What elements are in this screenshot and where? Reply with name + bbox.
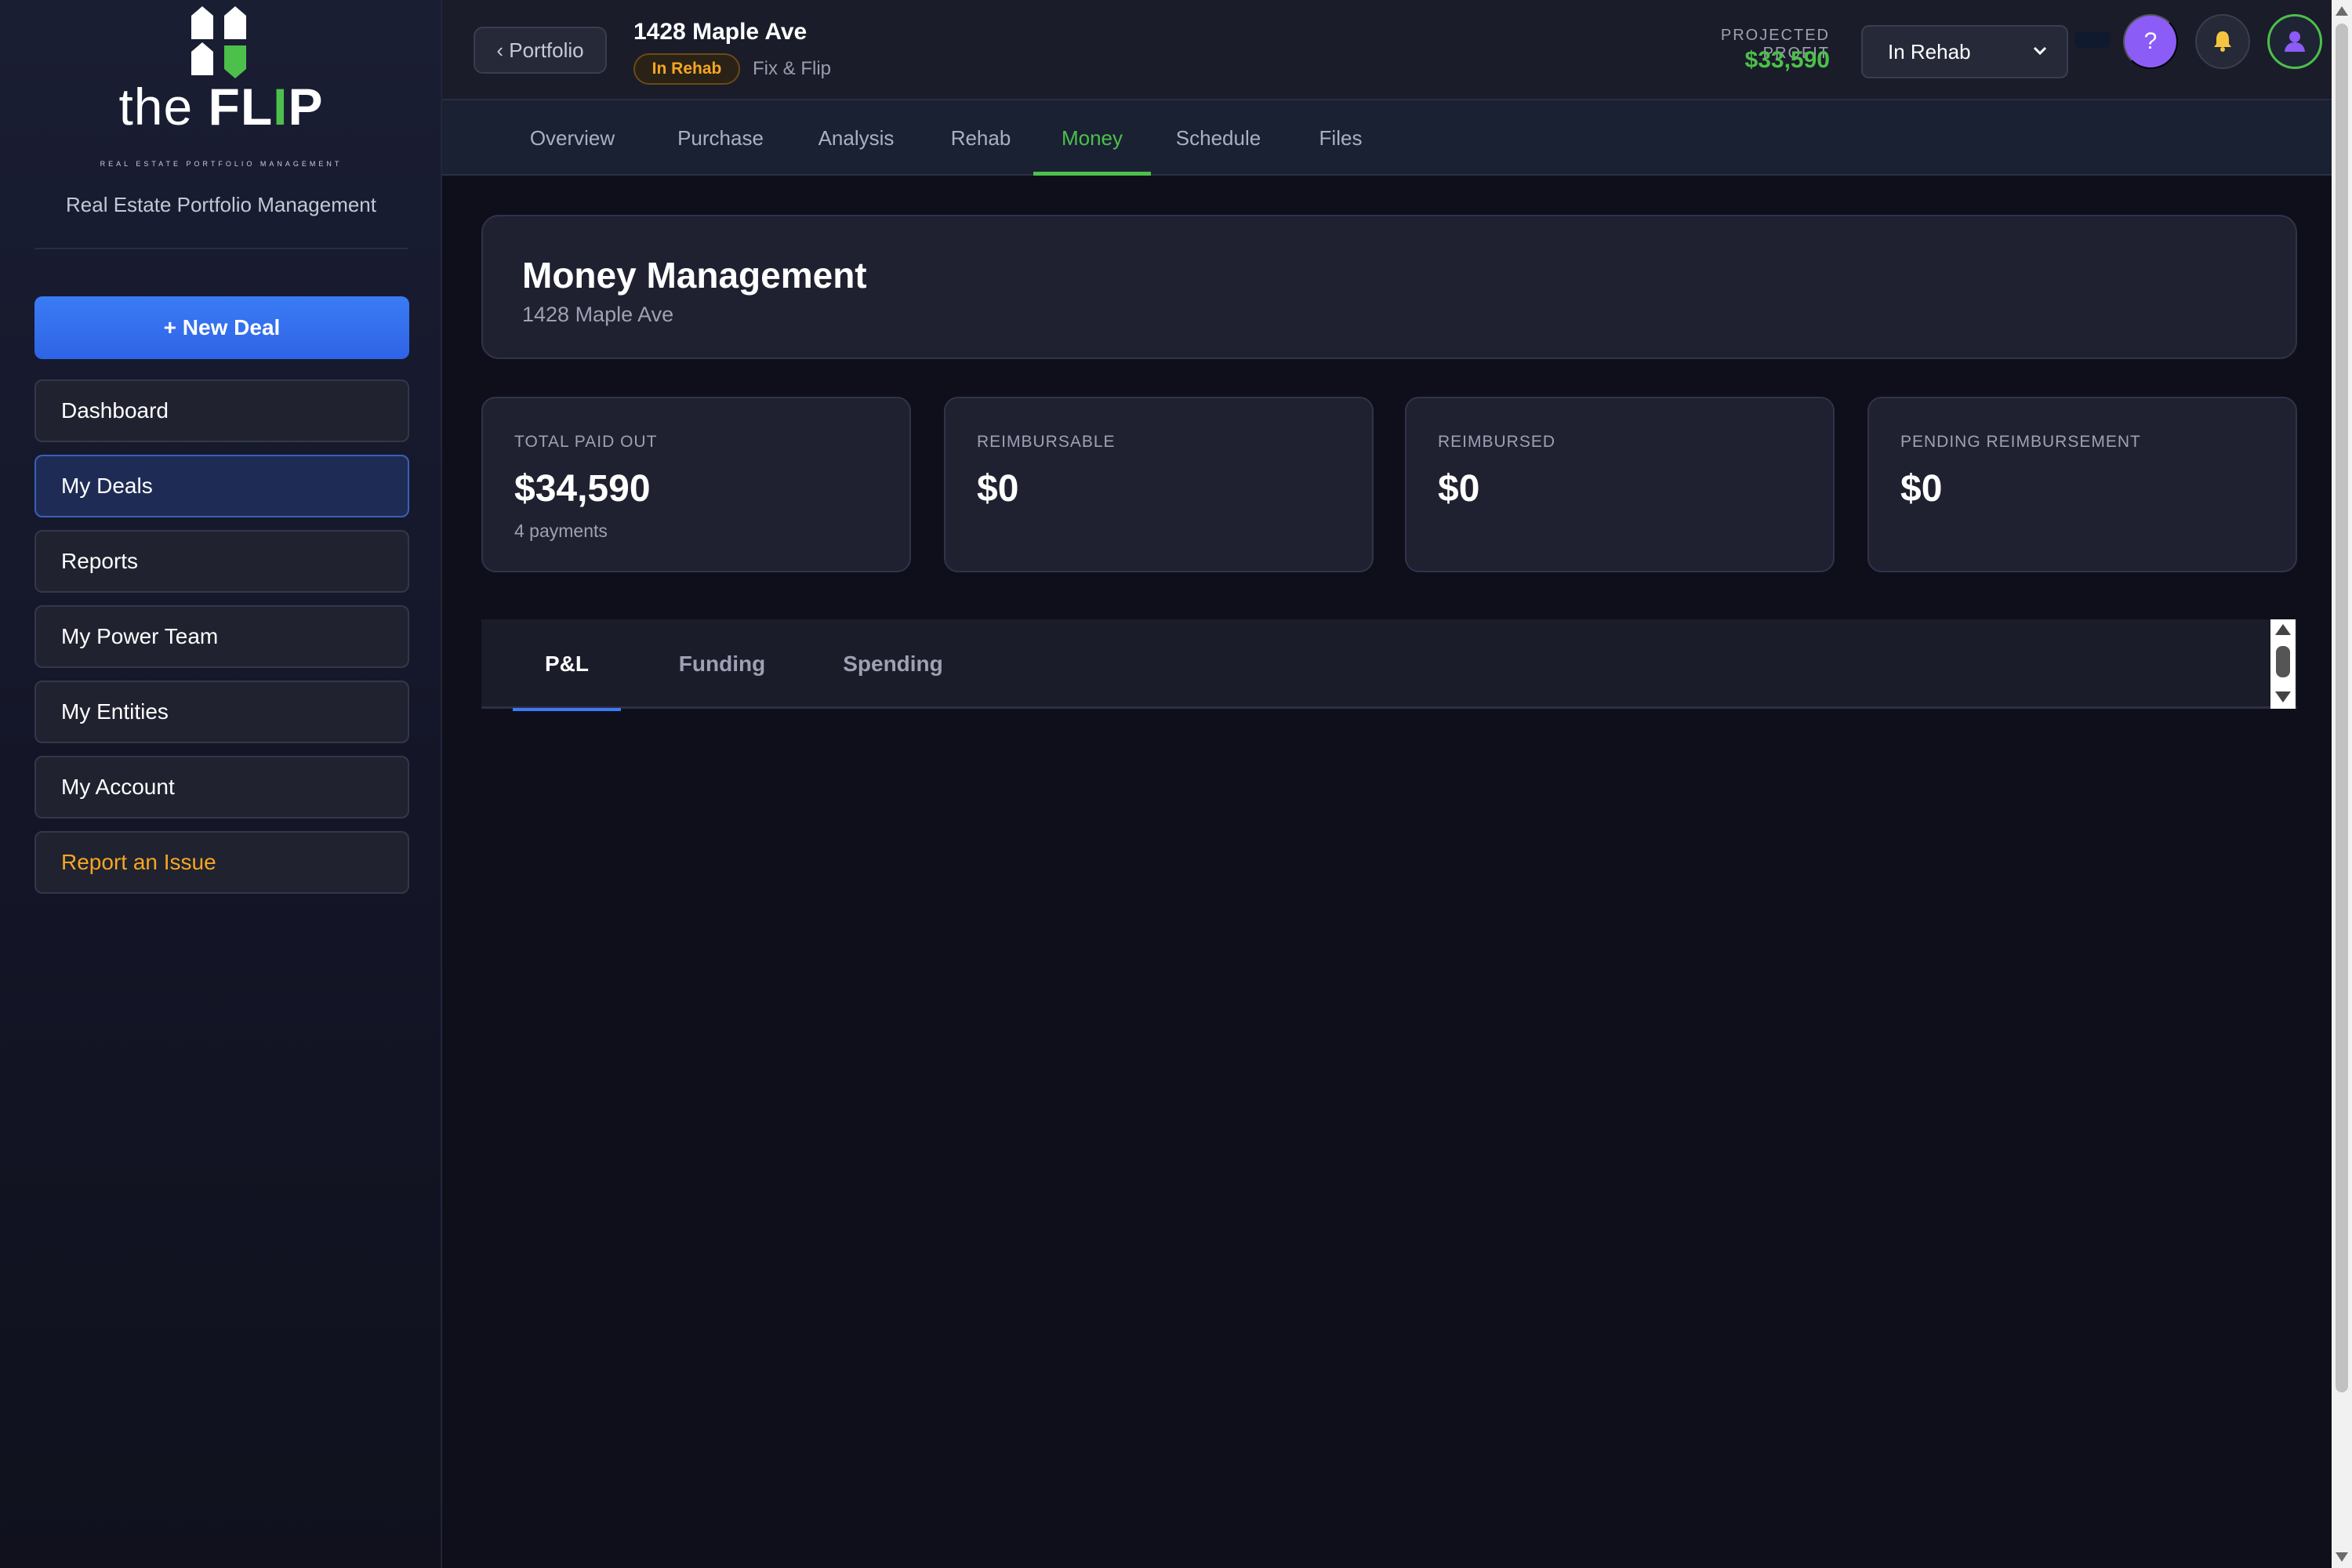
page-title: Money Management [522, 255, 867, 296]
sidebar-item-label: Dashboard [61, 398, 169, 423]
app-subtitle: Real Estate Portfolio Management [66, 193, 376, 216]
tab-overview[interactable]: Overview [521, 100, 624, 176]
stat-value: $0 [977, 468, 1019, 510]
status-badge: In Rehab [633, 53, 740, 85]
sidebar-divider [34, 248, 408, 249]
sidebar-item-my-account[interactable]: My Account [34, 756, 409, 818]
tab-money[interactable]: Money [1033, 100, 1151, 176]
chevron-down-icon [2031, 41, 2049, 65]
tab-rehab[interactable]: Rehab [942, 100, 1019, 176]
new-deal-button[interactable]: + New Deal [34, 296, 409, 359]
user-icon [2281, 27, 2309, 57]
bell-icon [2210, 28, 2235, 56]
notifications-button[interactable] [2195, 14, 2250, 69]
sidebar-item-label: Reports [61, 549, 139, 573]
money-subtabs: P&L Funding Spending [481, 619, 2297, 711]
stat-label: PENDING REIMBURSEMENT [1900, 433, 2141, 451]
status-select-value: In Rehab [1888, 39, 1971, 64]
sidebar-item-label: My Deals [61, 474, 153, 498]
top-bar: ‹ Portfolio 1428 Maple Ave In Rehab Fix … [442, 0, 2332, 100]
subtab-funding[interactable]: Funding [648, 619, 797, 709]
stat-value: $0 [1438, 468, 1480, 510]
sidebar-item-label: My Account [61, 775, 175, 799]
stat-card-reimbursable: REIMBURSABLE $0 [944, 397, 1374, 572]
sidebar-item-report-issue[interactable]: Report an Issue [34, 831, 409, 894]
stat-label: REIMBURSABLE [977, 433, 1116, 451]
deal-title: 1428 Maple Ave [633, 19, 808, 45]
stat-card-reimbursed: REIMBURSED $0 [1405, 397, 1835, 572]
sidebar-item-dashboard[interactable]: Dashboard [34, 379, 409, 442]
page-subtitle: 1428 Maple Ave [522, 303, 674, 326]
subtab-pl[interactable]: P&L [513, 619, 621, 711]
main-content: Money Management 1428 Maple Ave TOTAL PA… [442, 176, 2332, 1568]
sidebar-item-my-deals[interactable]: My Deals [34, 455, 409, 517]
logo[interactable]: the FLIP [0, 75, 442, 138]
stat-value: $34,590 [514, 468, 651, 510]
deal-type: Fix & Flip [753, 58, 832, 79]
projected-profit-value: $33,590 [1744, 47, 1830, 73]
scroll-thumb[interactable] [2336, 24, 2348, 1392]
stat-label: TOTAL PAID OUT [514, 433, 658, 451]
sidebar-item-label: My Power Team [61, 624, 219, 648]
sidebar-item-label: Report an Issue [61, 850, 216, 874]
app-root: the FLIP REAL ESTATE PORTFOLIO MANAGEMEN… [0, 0, 2352, 1568]
deal-tabs: Overview Purchase Analysis Rehab Money S… [442, 100, 2332, 176]
sidebar-item-my-entities[interactable]: My Entities [34, 681, 409, 743]
scroll-up-icon[interactable] [2275, 624, 2291, 635]
sidebar: the FLIP REAL ESTATE PORTFOLIO MANAGEMEN… [0, 0, 442, 1568]
user-avatar-button[interactable] [2267, 14, 2322, 69]
subtab-spending[interactable]: Spending [818, 619, 967, 709]
scroll-down-icon[interactable] [2336, 1552, 2348, 1562]
money-header-card: Money Management 1428 Maple Ave [481, 215, 2297, 359]
tab-purchase[interactable]: Purchase [668, 100, 773, 176]
stat-label: REIMBURSED [1438, 433, 1556, 451]
sidebar-item-reports[interactable]: Reports [34, 530, 409, 593]
tab-files[interactable]: Files [1309, 100, 1372, 176]
stat-value: $0 [1900, 468, 1943, 510]
stat-card-total-paid-out: TOTAL PAID OUT $34,590 4 payments [481, 397, 911, 572]
scroll-thumb[interactable] [2276, 646, 2290, 677]
tab-schedule[interactable]: Schedule [1170, 100, 1267, 176]
sidebar-item-label: My Entities [61, 699, 169, 724]
page-scrollbar[interactable] [2332, 0, 2352, 1568]
help-button[interactable]: ? [2123, 14, 2178, 69]
toggle-indicator[interactable] [2074, 31, 2111, 49]
sidebar-item-my-power-team[interactable]: My Power Team [34, 605, 409, 668]
scroll-down-icon[interactable] [2275, 691, 2291, 702]
tab-analysis[interactable]: Analysis [808, 100, 905, 176]
stat-card-pending-reimbursement: PENDING REIMBURSEMENT $0 [1867, 397, 2297, 572]
logo-houses-icon [185, 6, 256, 78]
scroll-up-icon[interactable] [2336, 6, 2348, 16]
back-to-portfolio-button[interactable]: ‹ Portfolio [474, 27, 607, 74]
logo-tagline: REAL ESTATE PORTFOLIO MANAGEMENT [100, 160, 343, 168]
stat-note: 4 payments [514, 521, 608, 541]
subtabs-scrollbar[interactable] [2270, 619, 2296, 709]
help-icon: ? [2143, 28, 2158, 54]
status-select[interactable]: In Rehab [1861, 25, 2068, 78]
